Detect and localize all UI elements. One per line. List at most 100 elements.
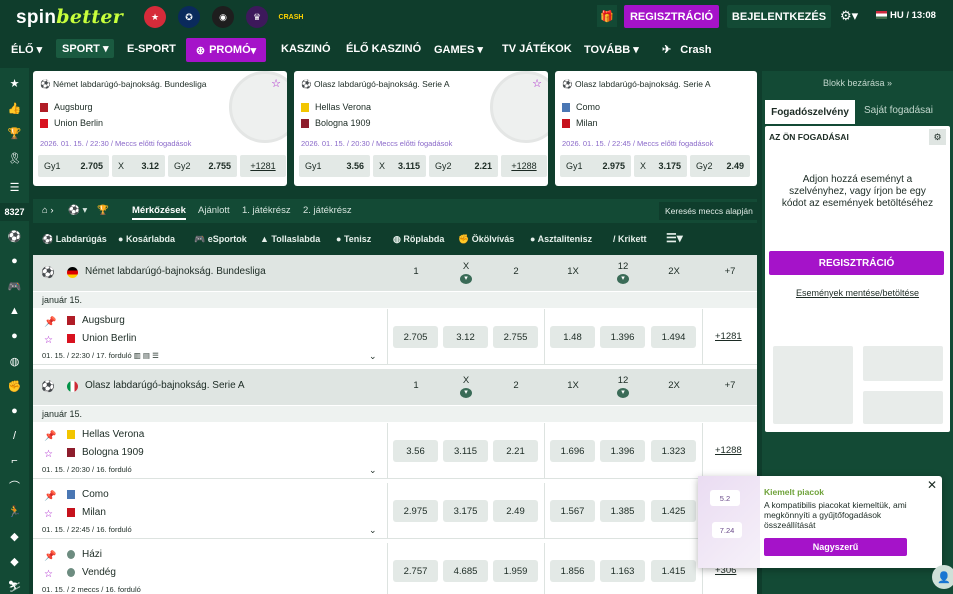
star-icon[interactable]: ★ bbox=[0, 71, 29, 95]
logo[interactable]: spinbetter bbox=[16, 6, 123, 29]
sport-badminton[interactable]: ▲ Tollaslabda bbox=[260, 234, 320, 244]
odd-cell[interactable]: 2.975 bbox=[393, 500, 438, 522]
rugby-icon[interactable]: ◆ bbox=[0, 524, 29, 548]
pin-icon[interactable]: 📌 bbox=[44, 551, 56, 562]
menu-icon[interactable]: ☰ bbox=[0, 175, 29, 199]
odd-cell[interactable]: 3.175 bbox=[443, 500, 488, 522]
match-row[interactable]: 📌 ☆ Házi Vendég 01. 15. / 2 meccs / 16. … bbox=[33, 543, 757, 594]
odd-cell[interactable]: 4.685 bbox=[443, 560, 488, 582]
favorite-star-icon[interactable]: ☆ bbox=[44, 449, 53, 460]
favorite-star-icon[interactable]: ☆ bbox=[44, 569, 53, 580]
featured-match-card[interactable]: ⚽ Német labdarúgó-bajnokság. Bundesliga … bbox=[33, 71, 287, 186]
chevron-down-icon[interactable]: ▾ bbox=[460, 388, 472, 398]
table-tennis-icon[interactable]: ● bbox=[0, 399, 29, 423]
odd-cell[interactable]: 1.696 bbox=[550, 440, 595, 462]
odd-button[interactable]: X 3.115 bbox=[373, 155, 426, 177]
odd-cell[interactable]: 2.49 bbox=[493, 500, 538, 522]
expand-chevron-icon[interactable]: ⌄ bbox=[369, 525, 377, 536]
skiing-icon[interactable]: ⛷ bbox=[0, 574, 29, 594]
nav-tv-games[interactable]: TV JÁTÉKOK bbox=[502, 43, 572, 55]
odd-cell[interactable]: 1.425 bbox=[651, 500, 696, 522]
match-row[interactable]: 📌 ☆ Augsburg Union Berlin 01. 15. / 22:3… bbox=[33, 309, 757, 365]
odd-cell[interactable]: 1.494 bbox=[651, 326, 696, 348]
sport-cricket[interactable]: / Krikett bbox=[613, 234, 647, 244]
singapore-flag-icon[interactable]: ★ bbox=[144, 6, 166, 28]
sport-esports[interactable]: 🎮 eSportok bbox=[194, 234, 247, 245]
nav-live[interactable]: ÉLŐ ▾ bbox=[11, 43, 42, 56]
odd-cell[interactable]: 2.755 bbox=[493, 326, 538, 348]
boxing-icon[interactable]: ✊ bbox=[0, 374, 29, 398]
tab-matches[interactable]: Mérkőzések bbox=[132, 205, 186, 220]
odd-cell[interactable]: 3.115 bbox=[443, 440, 488, 462]
shooting-icon[interactable]: ⌐ bbox=[0, 449, 29, 473]
language-time-selector[interactable]: HU / 13:08 bbox=[876, 10, 936, 21]
pin-icon[interactable]: 📌 bbox=[44, 431, 56, 442]
pin-icon[interactable]: 📌 bbox=[44, 317, 56, 328]
odd-button[interactable]: Gy1 2.975 bbox=[560, 155, 631, 177]
odd-cell[interactable]: 3.56 bbox=[393, 440, 438, 462]
popup-confirm-button[interactable]: Nagyszerű bbox=[764, 538, 907, 556]
sport-volleyball[interactable]: ◍ Röplabda bbox=[393, 234, 444, 245]
odd-cell[interactable]: 1.163 bbox=[600, 560, 645, 582]
nav-games[interactable]: GAMES ▾ bbox=[434, 43, 483, 56]
featured-match-card[interactable]: ⚽ Olasz labdarúgó-bajnokság. Serie A Com… bbox=[555, 71, 757, 186]
more-markets-button[interactable]: +1281 bbox=[240, 155, 286, 177]
odd-button[interactable]: X 3.12 bbox=[112, 155, 165, 177]
nav-more[interactable]: TOVÁBB ▾ bbox=[584, 43, 639, 56]
chevron-down-icon[interactable]: ▾ bbox=[617, 274, 629, 284]
football-filter-icon[interactable]: ⚽ ▾ bbox=[68, 205, 87, 216]
odd-button[interactable]: Gy1 2.705 bbox=[38, 155, 109, 177]
ribbon-icon[interactable]: 🎗 bbox=[0, 146, 29, 170]
gift-icon[interactable]: 🎁 bbox=[597, 5, 617, 27]
stats-icon[interactable]: ▥ ▤ ☰ bbox=[134, 351, 159, 360]
odd-cell[interactable]: 1.323 bbox=[651, 440, 696, 462]
favorite-star-icon[interactable]: ☆ bbox=[44, 509, 53, 520]
hockey-icon[interactable]: ⌒ bbox=[0, 474, 29, 498]
shuttlecock-icon[interactable]: ▲ bbox=[0, 299, 29, 323]
running-icon[interactable]: 🏃 bbox=[0, 499, 29, 523]
odd-cell[interactable]: 1.48 bbox=[550, 326, 595, 348]
tab-bet-slip[interactable]: Fogadószelvény bbox=[765, 100, 855, 124]
pin-icon[interactable]: 📌 bbox=[44, 491, 56, 502]
slip-register-button[interactable]: REGISZTRÁCIÓ bbox=[769, 251, 944, 275]
basketball-icon[interactable]: ● bbox=[0, 249, 29, 273]
sport-boxing[interactable]: ✊ Ökölvívás bbox=[458, 234, 514, 245]
tab-second-half[interactable]: 2. játékrész bbox=[303, 205, 352, 216]
odd-cell[interactable]: 1.959 bbox=[493, 560, 538, 582]
odd-cell[interactable]: 2.757 bbox=[393, 560, 438, 582]
more-markets-count[interactable]: +7 bbox=[715, 266, 745, 277]
chevron-down-icon[interactable]: ▾ bbox=[617, 388, 629, 398]
nav-crash[interactable]: ✈ Crash bbox=[662, 43, 711, 56]
support-chat-icon[interactable]: 👤 bbox=[932, 565, 953, 589]
favorite-star-icon[interactable]: ☆ bbox=[271, 77, 281, 90]
odd-cell[interactable]: 1.415 bbox=[651, 560, 696, 582]
league-header[interactable]: ⚽ Olasz labdarúgó-bajnokság. Serie A 1 X… bbox=[33, 369, 757, 405]
save-load-events-link[interactable]: Események mentése/betöltése bbox=[765, 288, 950, 298]
league-header[interactable]: ⚽ Német labdarúgó-bajnokság. Bundesliga … bbox=[33, 255, 757, 291]
expand-chevron-icon[interactable]: ⌄ bbox=[369, 351, 377, 362]
sport-tennis[interactable]: ● Tenisz bbox=[336, 234, 371, 244]
match-row[interactable]: 📌 ☆ Hellas Verona Bologna 1909 01. 15. /… bbox=[33, 423, 757, 479]
featured-match-card[interactable]: ⚽ Olasz labdarúgó-bajnokság. Serie A ☆ H… bbox=[294, 71, 548, 186]
favorite-star-icon[interactable]: ☆ bbox=[532, 77, 542, 90]
expand-chevron-icon[interactable]: ⌄ bbox=[369, 465, 377, 476]
trophy-filter-icon[interactable]: 🏆 bbox=[97, 205, 109, 216]
odd-cell[interactable]: 1.385 bbox=[600, 500, 645, 522]
sport-basketball[interactable]: ● Kosárlabda bbox=[118, 234, 175, 244]
slip-settings-icon[interactable]: ⚙ bbox=[929, 129, 946, 145]
american-football-icon[interactable]: ◆ bbox=[0, 549, 29, 573]
odd-cell[interactable]: 1.396 bbox=[600, 326, 645, 348]
gamepad-icon[interactable]: 🎮 bbox=[0, 274, 29, 298]
odd-button[interactable]: Gy2 2.21 bbox=[429, 155, 498, 177]
nav-casino[interactable]: KASZINÓ bbox=[281, 43, 331, 55]
odd-cell[interactable]: 2.21 bbox=[493, 440, 538, 462]
more-markets-count[interactable]: +7 bbox=[715, 380, 745, 391]
odd-button[interactable]: Gy2 2.49 bbox=[690, 155, 750, 177]
cricket-icon[interactable]: / bbox=[0, 424, 29, 448]
thumbs-up-icon[interactable]: 👍 bbox=[0, 96, 29, 120]
europa-league-icon[interactable]: ◉ bbox=[212, 6, 234, 28]
tab-my-bets[interactable]: Saját fogadásai bbox=[864, 105, 933, 116]
tennis-icon[interactable]: ● bbox=[0, 324, 29, 348]
more-markets-button[interactable]: +1288 bbox=[501, 155, 547, 177]
chevron-down-icon[interactable]: ▾ bbox=[460, 274, 472, 284]
